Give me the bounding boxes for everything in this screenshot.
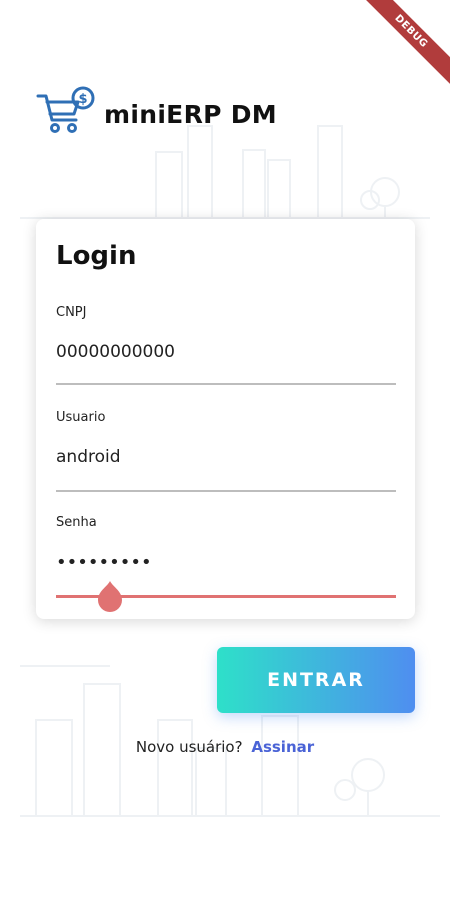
password-slider-handle[interactable] — [95, 579, 125, 613]
app-logo: $ miniERP DM — [36, 84, 277, 140]
debug-ribbon: DEBUG — [340, 0, 450, 110]
entrar-button[interactable]: ENTRAR — [217, 647, 415, 713]
senha-label: Senha — [56, 515, 97, 530]
usuario-field[interactable]: Usuario android — [56, 410, 396, 492]
signup-row: Novo usuário? Assinar — [0, 738, 450, 756]
signup-prompt: Novo usuário? — [135, 738, 243, 756]
cnpj-field[interactable]: CNPJ 00000000000 — [56, 305, 396, 385]
senha-input[interactable]: ••••••••• — [56, 552, 396, 573]
shopping-cart-dollar-icon: $ — [36, 86, 95, 133]
senha-field[interactable]: Senha ••••••••• — [56, 515, 396, 612]
cnpj-input[interactable]: 00000000000 — [56, 342, 396, 362]
usuario-underline — [56, 490, 396, 492]
cnpj-underline — [56, 383, 396, 385]
app-name: miniERP DM — [104, 99, 277, 129]
svg-text:$: $ — [78, 92, 87, 107]
cnpj-label: CNPJ — [56, 305, 87, 320]
debug-label: DEBUG — [351, 0, 450, 92]
signup-link[interactable]: Assinar — [251, 738, 314, 756]
login-title: Login — [56, 241, 137, 271]
usuario-input[interactable]: android — [56, 447, 396, 467]
usuario-label: Usuario — [56, 410, 106, 425]
login-card: Login CNPJ 00000000000 Usuario android S… — [36, 219, 415, 619]
